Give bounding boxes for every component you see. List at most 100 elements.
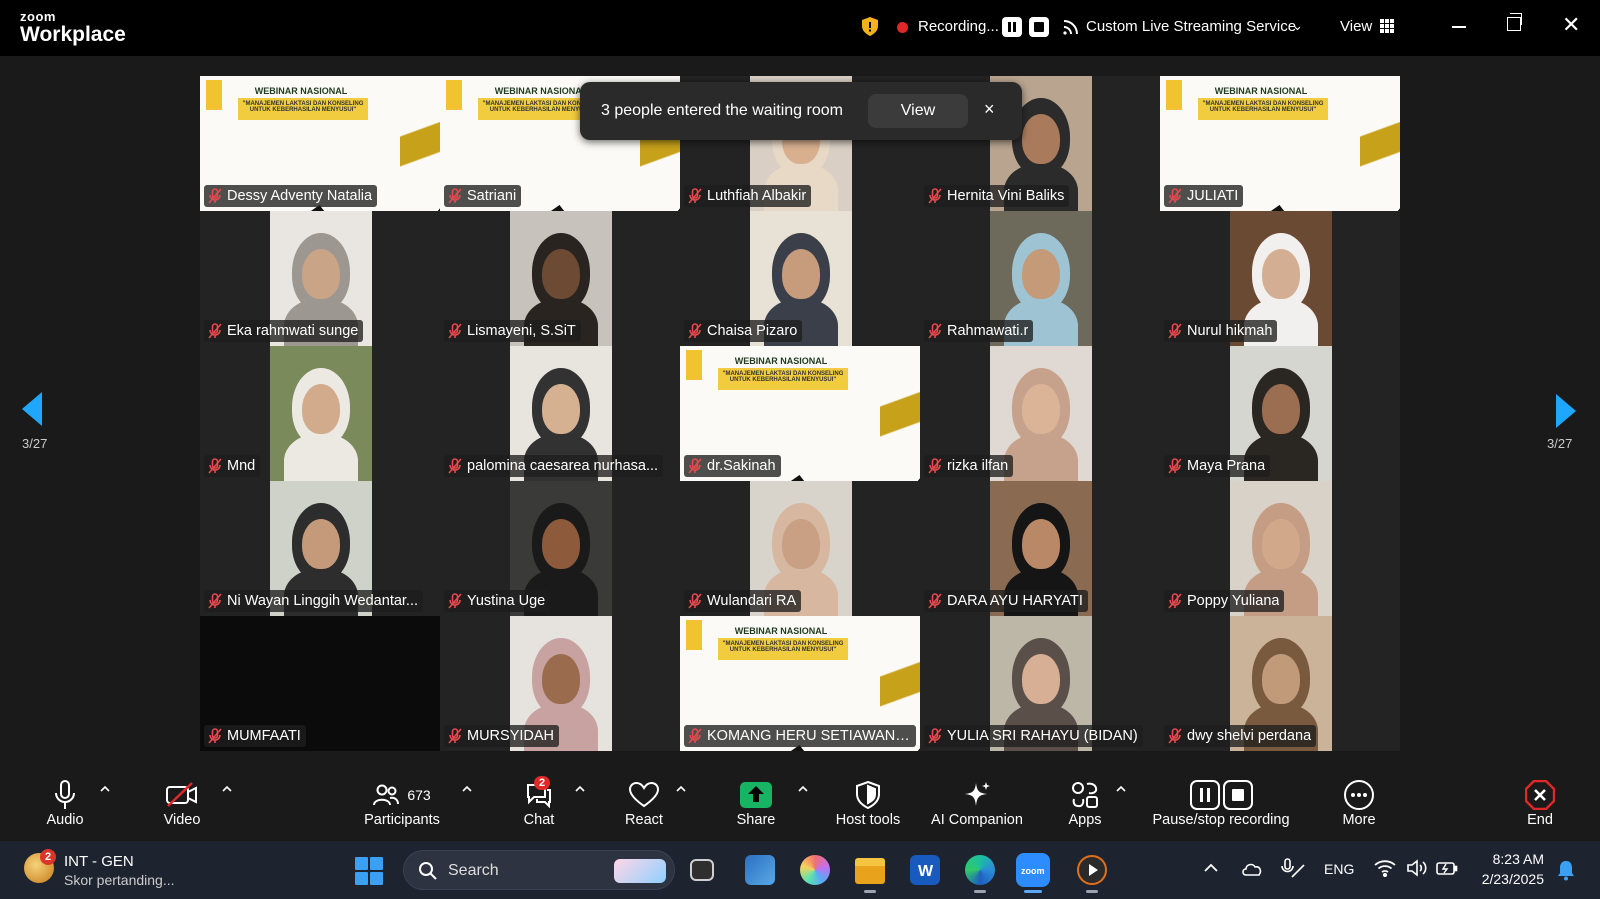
- chevron-down-icon[interactable]: ⌄: [1292, 18, 1303, 34]
- share-button[interactable]: Share: [730, 778, 782, 838]
- pause-stop-recording-button[interactable]: Pause/stop recording: [1146, 778, 1296, 838]
- participant-tile[interactable]: Nurul hikmah: [1160, 211, 1400, 346]
- microphone-tray-icon[interactable]: [1280, 857, 1306, 881]
- participant-tile[interactable]: rizka ilfan: [920, 346, 1160, 481]
- participant-name: KOMANG HERU SETIAWAN ...: [707, 728, 911, 744]
- participant-name: YULIA SRI RAHAYU (BIDAN): [947, 728, 1138, 744]
- waiting-room-view-button[interactable]: View: [868, 94, 968, 128]
- edge-icon[interactable]: [965, 855, 995, 885]
- file-explorer-icon[interactable]: [855, 858, 885, 884]
- end-meeting-button[interactable]: End: [1517, 778, 1563, 838]
- next-page-arrow-icon[interactable]: [1556, 394, 1576, 428]
- participant-face: [1022, 114, 1060, 164]
- participant-tile[interactable]: Mnd: [200, 346, 440, 481]
- control-panel-icon[interactable]: [745, 855, 775, 885]
- close-window-button[interactable]: ✕: [1562, 14, 1580, 36]
- cloud-icon[interactable]: [1240, 859, 1264, 879]
- ai-companion-button[interactable]: AI Companion: [925, 778, 1029, 838]
- grid-view-icon[interactable]: [1380, 19, 1394, 33]
- host-tools-label: Host tools: [835, 812, 901, 828]
- participant-name-tag: Lismayeni, S.SiT: [444, 320, 581, 342]
- host-tools-button[interactable]: Host tools: [828, 778, 908, 838]
- participant-name: Chaisa Pizaro: [707, 323, 798, 339]
- pause-recording-button[interactable]: [1002, 17, 1022, 37]
- previous-page-arrow-icon[interactable]: [22, 392, 42, 426]
- widget-subtitle[interactable]: Skor pertanding...: [64, 872, 175, 888]
- muted-mic-icon: [688, 593, 702, 609]
- participant-name: Nurul hikmah: [1187, 323, 1273, 339]
- video-options-caret-icon[interactable]: [222, 784, 232, 794]
- participant-tile[interactable]: WEBINAR NASIONAL "MANAJEMEN LAKTASI DAN K…: [200, 76, 440, 211]
- react-options-caret-icon[interactable]: [676, 784, 686, 794]
- word-icon[interactable]: W: [910, 855, 940, 885]
- participant-tile[interactable]: Rahmawati.r: [920, 211, 1160, 346]
- streaming-service-label[interactable]: Custom Live Streaming Service: [1086, 18, 1296, 35]
- participant-face: [302, 519, 340, 569]
- waiting-room-message: 3 people entered the waiting room: [601, 102, 843, 119]
- volume-icon[interactable]: [1406, 858, 1428, 878]
- participant-tile[interactable]: WEBINAR NASIONAL "MANAJEMEN LAKTASI DAN K…: [680, 346, 920, 481]
- audio-options-caret-icon[interactable]: [100, 784, 110, 794]
- participants-options-caret-icon[interactable]: [462, 784, 472, 794]
- share-options-caret-icon[interactable]: [798, 784, 808, 794]
- apps-options-caret-icon[interactable]: [1116, 784, 1126, 794]
- slide-badge: [206, 80, 222, 110]
- zoom-icon[interactable]: zoom: [1016, 853, 1050, 887]
- system-clock[interactable]: 8:23 AM 2/23/2025: [1470, 849, 1544, 889]
- participant-name-tag: Hernita Vini Baliks: [924, 185, 1070, 207]
- battery-icon[interactable]: [1436, 858, 1458, 878]
- stop-recording-button[interactable]: [1029, 17, 1049, 37]
- participant-tile[interactable]: palomina caesarea nurhasa...: [440, 346, 680, 481]
- muted-mic-icon: [448, 458, 462, 474]
- participant-tile[interactable]: Poppy Yuliana: [1160, 481, 1400, 616]
- wifi-icon[interactable]: [1374, 859, 1396, 877]
- chat-button[interactable]: 2 Chat: [512, 776, 566, 838]
- participant-name: Luthfiah Albakir: [707, 188, 807, 204]
- participant-tile[interactable]: Yustina Uge: [440, 481, 680, 616]
- participant-tile[interactable]: WEBINAR NASIONAL "MANAJEMEN LAKTASI DAN K…: [680, 616, 920, 751]
- task-view-icon[interactable]: [690, 859, 714, 881]
- participant-tile[interactable]: Maya Prana: [1160, 346, 1400, 481]
- participant-tile[interactable]: WEBINAR NASIONAL "MANAJEMEN LAKTASI DAN K…: [1160, 76, 1400, 211]
- participant-tile[interactable]: DARA AYU HARYATI: [920, 481, 1160, 616]
- widget-title[interactable]: INT - GEN: [64, 853, 134, 870]
- participant-tile[interactable]: Ni Wayan Linggih Wedantar...: [200, 481, 440, 616]
- participant-tile[interactable]: YULIA SRI RAHAYU (BIDAN): [920, 616, 1160, 751]
- media-player-icon[interactable]: [1077, 855, 1107, 885]
- end-label: End: [1527, 812, 1553, 828]
- copilot-icon[interactable]: [800, 855, 830, 885]
- brand-big: Workplace: [20, 23, 126, 46]
- notification-bell-icon[interactable]: [1556, 859, 1576, 881]
- security-shield-icon[interactable]: [862, 17, 878, 36]
- participant-face: [1262, 249, 1300, 299]
- participant-tile[interactable]: MUMFAATI: [200, 616, 440, 751]
- chevron-up-icon[interactable]: [1204, 863, 1218, 873]
- participants-button[interactable]: 673 Participants: [357, 778, 447, 838]
- chat-options-caret-icon[interactable]: [575, 784, 585, 794]
- windows-start-icon[interactable]: [355, 857, 383, 885]
- participant-tile[interactable]: Lismayeni, S.SiT: [440, 211, 680, 346]
- video-button[interactable]: Video: [152, 778, 212, 838]
- svg-text:zoom: zoom: [1021, 866, 1045, 876]
- participants-label: Participants: [364, 812, 440, 828]
- language-indicator[interactable]: ENG: [1324, 861, 1354, 877]
- search-placeholder: Search: [448, 862, 499, 879]
- restore-button[interactable]: [1507, 13, 1522, 31]
- participant-tile[interactable]: MURSYIDAH: [440, 616, 680, 751]
- more-button[interactable]: More: [1334, 778, 1384, 838]
- apps-button[interactable]: Apps: [1062, 778, 1108, 838]
- view-button[interactable]: View: [1340, 18, 1372, 35]
- participant-tile[interactable]: dwy shelvi perdana: [1160, 616, 1400, 751]
- participant-tile[interactable]: Eka rahmwati sunge: [200, 211, 440, 346]
- participant-face: [302, 384, 340, 434]
- audio-button[interactable]: Audio: [38, 778, 92, 838]
- close-icon[interactable]: ×: [984, 99, 995, 120]
- participant-tile[interactable]: Chaisa Pizaro: [680, 211, 920, 346]
- taskbar-search[interactable]: Search: [403, 850, 675, 890]
- participant-name: Hernita Vini Baliks: [947, 188, 1065, 204]
- participant-name: Mnd: [227, 458, 256, 474]
- participant-tile[interactable]: Wulandari RA: [680, 481, 920, 616]
- minimize-button[interactable]: [1450, 14, 1470, 38]
- react-button[interactable]: React: [617, 778, 671, 838]
- video-stage: WEBINAR NASIONAL "MANAJEMEN LAKTASI DAN K…: [0, 56, 1600, 764]
